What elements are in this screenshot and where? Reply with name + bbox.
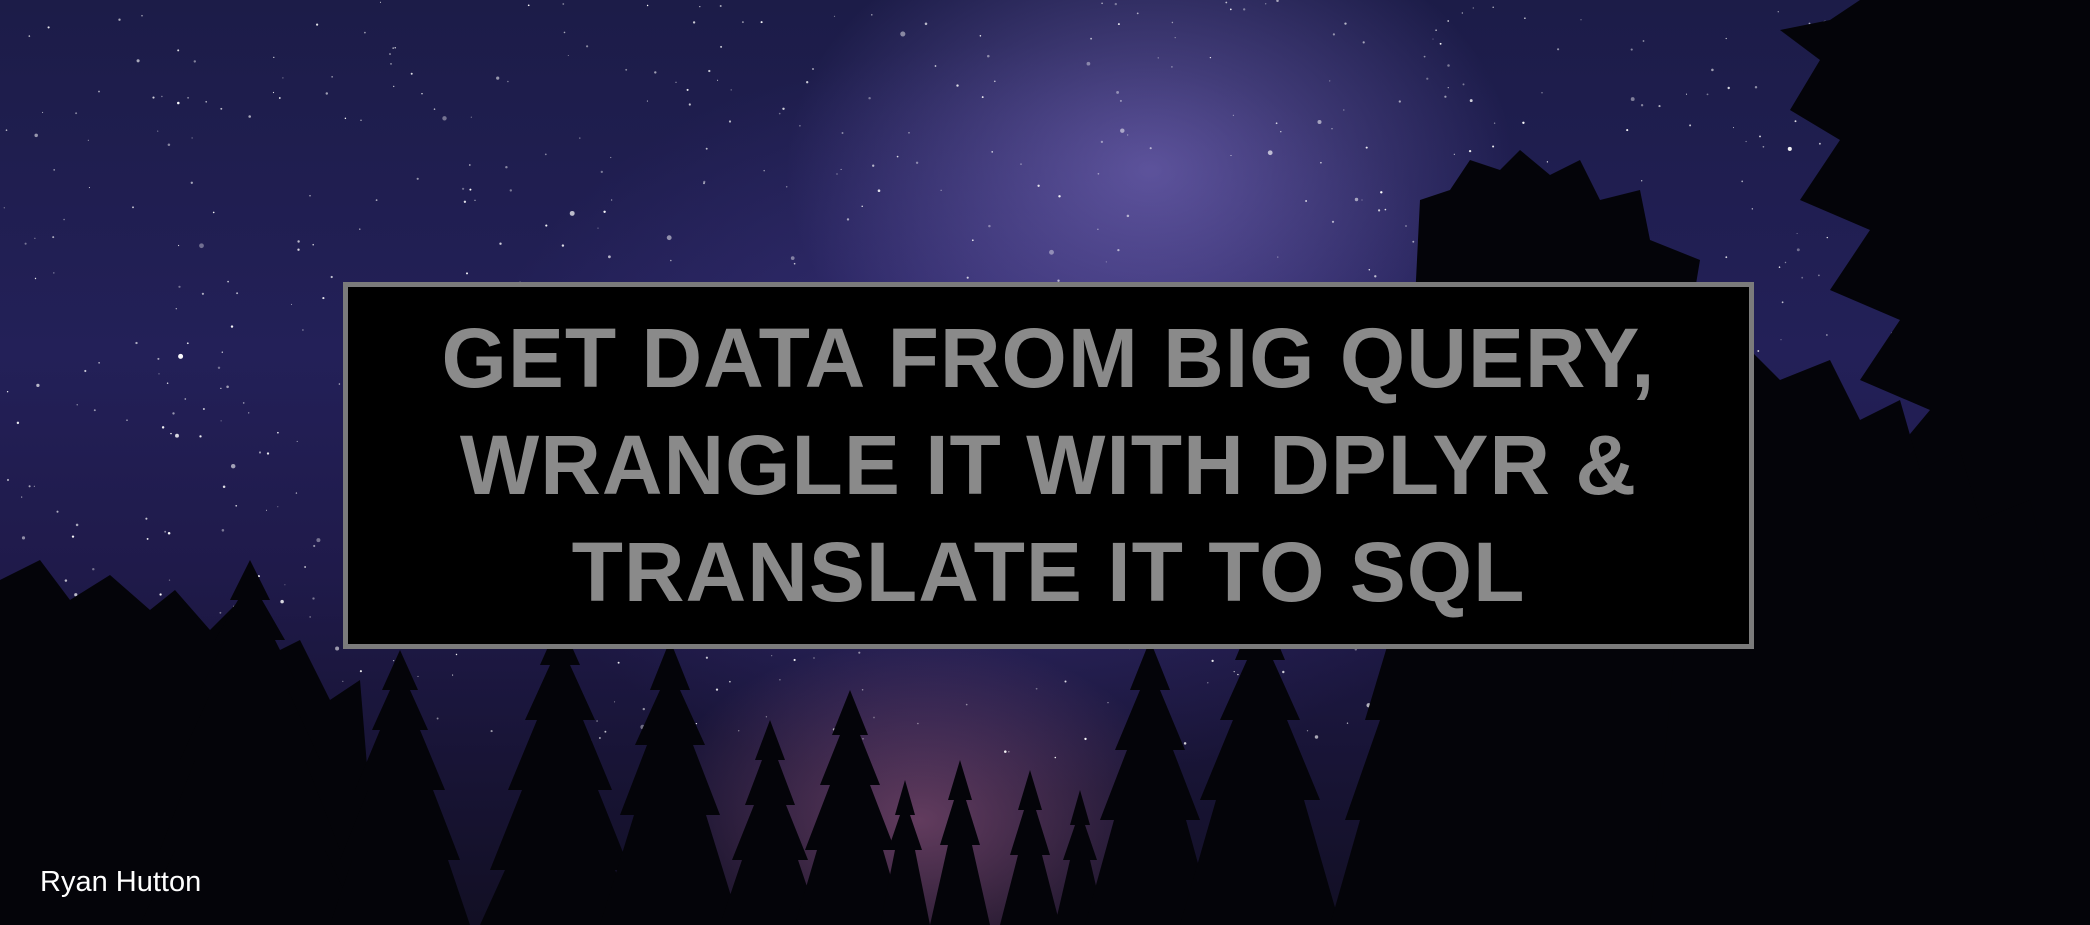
title-banner: GET DATA FROM BIG QUERY, WRANGLE IT WITH…	[343, 282, 1754, 649]
title-line-1: GET DATA FROM BIG QUERY,	[441, 311, 1656, 405]
photo-credit: Ryan Hutton	[40, 866, 202, 898]
title-line-3: TRANSLATE IT TO SQL	[571, 525, 1526, 619]
title-line-2: WRANGLE IT WITH DPLYR &	[459, 418, 1638, 512]
